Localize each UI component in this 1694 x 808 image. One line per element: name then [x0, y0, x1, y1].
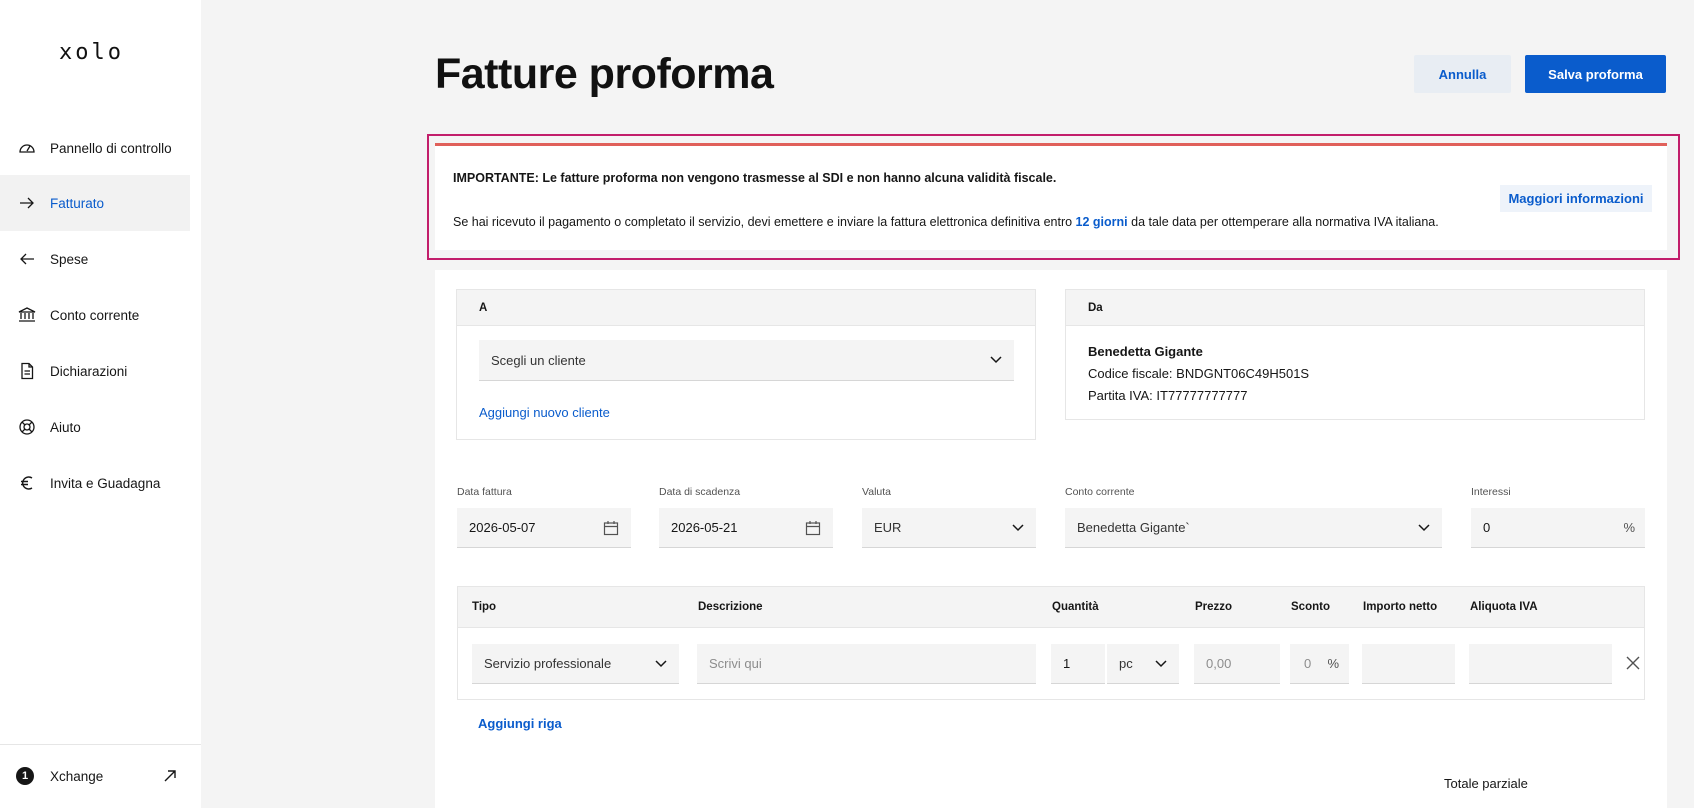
col-importo-netto: Importo netto	[1363, 601, 1438, 613]
invoice-date-field[interactable]: 2026-05-07	[457, 508, 631, 548]
important-alert: IMPORTANTE: Le fatture proforma non veng…	[435, 143, 1667, 250]
sender-vat: Partita IVA: IT77777777777	[1088, 388, 1248, 403]
alert-body: Se hai ricevuto il pagamento o completat…	[453, 215, 1439, 229]
chevron-down-icon	[990, 356, 1002, 364]
account-value: Benedetta Gigante`	[1077, 520, 1190, 535]
currency-select[interactable]: EUR	[862, 508, 1036, 548]
alert-text-before: Se hai ricevuto il pagamento o completat…	[453, 215, 1076, 229]
sidebar-item-label: Fatturato	[50, 195, 105, 211]
calendar-icon[interactable]	[805, 520, 821, 536]
sender-panel-header: Da	[1066, 290, 1644, 326]
invoice-date-label: Data fattura	[457, 486, 512, 498]
line-type-select[interactable]: Servizio professionale	[472, 644, 679, 684]
line-discount-placeholder: 0	[1304, 656, 1312, 671]
sidebar-item-label: Conto corrente	[50, 307, 140, 323]
line-description-input[interactable]: Scrivi qui	[697, 644, 1036, 684]
sidebar-footer: 1 Xchange	[0, 744, 201, 808]
line-net-amount-field	[1362, 644, 1455, 684]
sidebar-item-invita[interactable]: Invita e Guadagna	[0, 455, 190, 511]
line-vat-rate-field[interactable]	[1469, 644, 1612, 684]
invoice-lines-table: Tipo Descrizione Quantità Prezzo Sconto …	[457, 586, 1645, 700]
interest-label: Interessi	[1471, 486, 1511, 498]
col-quantita: Quantità	[1052, 601, 1099, 613]
sidebar-item-conto-corrente[interactable]: Conto corrente	[0, 287, 190, 343]
col-sconto: Sconto	[1291, 601, 1330, 613]
document-icon	[18, 362, 36, 380]
client-select-value: Scegli un cliente	[491, 352, 586, 368]
xchange-link[interactable]: 1 Xchange	[16, 767, 103, 785]
sidebar-item-label: Aiuto	[50, 419, 81, 435]
alert-text-after: da tale data per ottemperare alla normat…	[1127, 215, 1439, 229]
currency-label: Valuta	[862, 486, 891, 498]
line-unit-select[interactable]: pc	[1107, 644, 1179, 684]
col-descrizione: Descrizione	[698, 601, 763, 613]
sidebar-item-dichiarazioni[interactable]: Dichiarazioni	[0, 343, 190, 399]
lifebuoy-icon	[18, 418, 36, 436]
sidebar-item-spese[interactable]: Spese	[0, 231, 190, 287]
invoice-date-value: 2026-05-07	[469, 520, 536, 535]
xolo-logo[interactable]: xolo	[59, 40, 124, 65]
due-date-value: 2026-05-21	[671, 520, 738, 535]
euro-icon	[18, 474, 36, 492]
xchange-label: Xchange	[50, 768, 104, 784]
line-discount-unit: %	[1327, 656, 1339, 671]
account-select[interactable]: Benedetta Gigante`	[1065, 508, 1442, 548]
invoice-form-card: A Scegli un cliente Aggiungi nuovo clien…	[435, 270, 1667, 808]
sidebar-item-label: Invita e Guadagna	[50, 475, 161, 491]
more-info-button[interactable]: Maggiori informazioni	[1500, 185, 1652, 212]
arrow-right-icon	[18, 194, 36, 212]
gauge-icon	[18, 139, 36, 157]
table-header: Tipo Descrizione Quantità Prezzo Sconto …	[458, 587, 1644, 628]
sidebar: xolo Pannello di controllo Fatturato Spe…	[0, 0, 201, 808]
alert-days-link[interactable]: 12 giorni	[1076, 215, 1128, 229]
sender-panel: Da Benedetta Gigante Codice fiscale: BND…	[1065, 289, 1645, 420]
add-client-link[interactable]: Aggiungi nuovo cliente	[479, 405, 610, 420]
chevron-down-icon	[1155, 659, 1167, 667]
line-type-value: Servizio professionale	[484, 656, 612, 671]
col-tipo: Tipo	[472, 601, 497, 613]
external-link-icon[interactable]	[162, 768, 178, 784]
sidebar-item-label: Spese	[50, 251, 89, 267]
bank-icon	[18, 306, 36, 324]
page-title: Fatture proforma	[435, 50, 774, 98]
alert-title: IMPORTANTE: Le fatture proforma non veng…	[453, 171, 1057, 185]
chevron-down-icon	[655, 659, 667, 667]
due-date-field[interactable]: 2026-05-21	[659, 508, 833, 548]
save-proforma-button[interactable]: Salva proforma	[1525, 55, 1666, 93]
sidebar-item-label: Pannello di controllo	[50, 140, 172, 156]
line-price-placeholder: 0,00	[1206, 656, 1232, 671]
sender-name: Benedetta Gigante	[1088, 344, 1203, 359]
subtotal-label: Totale parziale	[1444, 776, 1528, 791]
chevron-down-icon	[1012, 523, 1024, 531]
interest-value: 0	[1483, 520, 1491, 535]
line-quantity-input[interactable]: 1	[1051, 644, 1105, 684]
line-price-input[interactable]: 0,00	[1194, 644, 1280, 684]
sidebar-item-label: Dichiarazioni	[50, 363, 128, 379]
client-select[interactable]: Scegli un cliente	[479, 340, 1014, 381]
recipient-panel-header: A	[457, 290, 1035, 326]
sidebar-item-fatturato[interactable]: Fatturato	[0, 175, 190, 231]
line-quantity-value: 1	[1063, 656, 1071, 671]
due-date-label: Data di scadenza	[659, 486, 741, 498]
recipient-panel: A Scegli un cliente Aggiungi nuovo clien…	[456, 289, 1036, 440]
sidebar-item-aiuto[interactable]: Aiuto	[0, 399, 190, 455]
remove-line-icon[interactable]	[1626, 656, 1640, 670]
currency-value: EUR	[874, 520, 902, 535]
line-discount-input[interactable]: 0 %	[1290, 644, 1349, 684]
notification-badge: 1	[16, 767, 34, 785]
sender-tax-code: Codice fiscale: BNDGNT06C49H501S	[1088, 366, 1310, 381]
chevron-down-icon	[1418, 523, 1430, 531]
interest-field[interactable]: 0 %	[1471, 508, 1645, 548]
sidebar-item-pannello[interactable]: Pannello di controllo	[0, 120, 190, 176]
line-description-placeholder: Scrivi qui	[709, 656, 762, 671]
col-aliquota-iva: Aliquota IVA	[1470, 601, 1538, 613]
interest-unit: %	[1623, 520, 1635, 535]
cancel-button[interactable]: Annulla	[1414, 55, 1511, 93]
arrow-left-icon	[18, 250, 36, 268]
col-prezzo: Prezzo	[1195, 601, 1233, 613]
account-label: Conto corrente	[1065, 486, 1135, 498]
calendar-icon[interactable]	[603, 520, 619, 536]
line-unit-value: pc	[1119, 656, 1133, 671]
add-row-link[interactable]: Aggiungi riga	[478, 716, 562, 731]
